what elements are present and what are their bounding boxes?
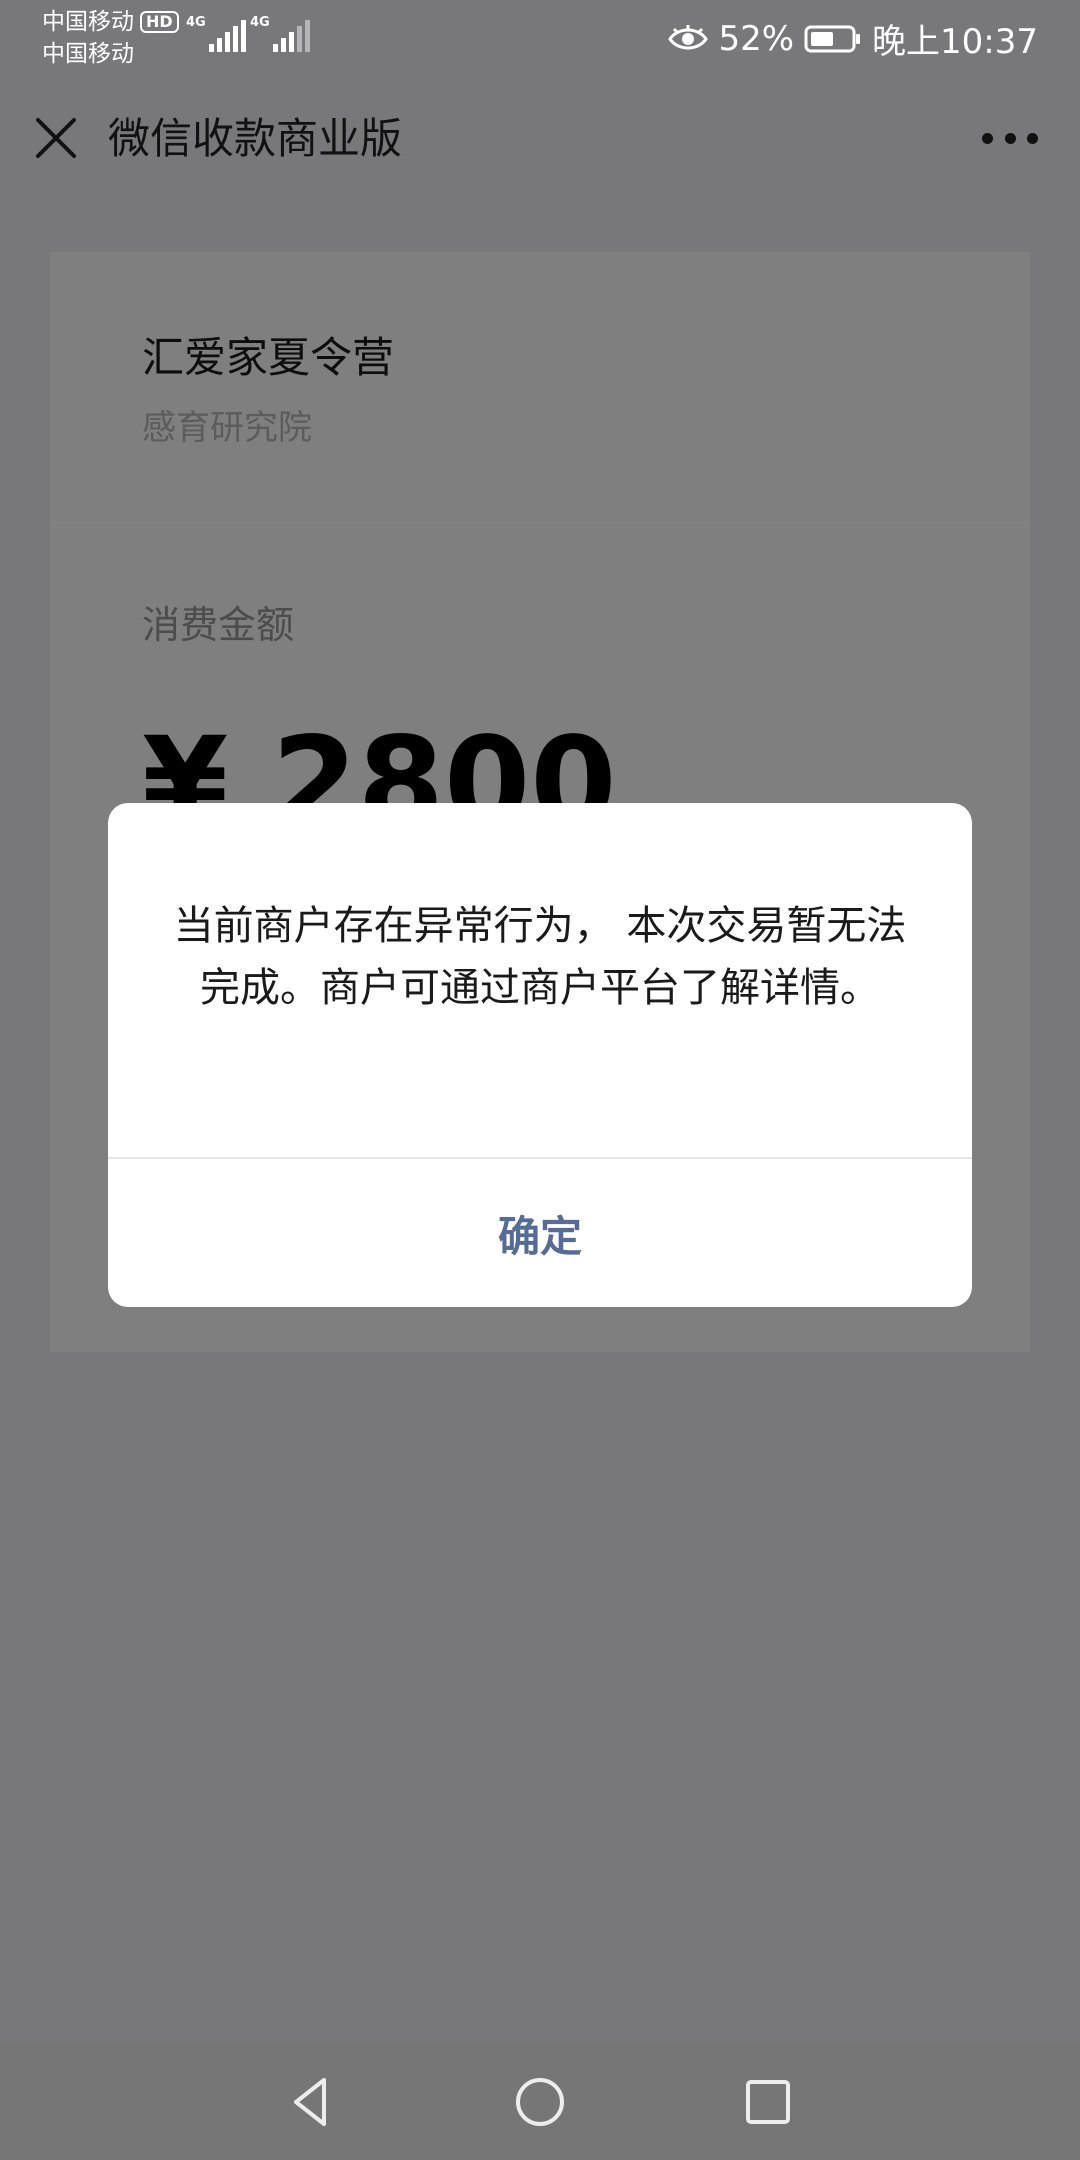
payment-page: 中国移动 HD 中国移动 4G 4G 52% 晚上10:37 微信收款商业版 汇… (0, 0, 1080, 2160)
battery-percent: 52% (718, 18, 795, 59)
nav-bar: 微信收款商业版 (0, 90, 1080, 186)
recents-square-icon[interactable] (736, 2070, 800, 2134)
carrier-1-label: 中国移动 (42, 9, 134, 35)
carrier-info: 中国移动 HD 中国移动 (42, 6, 179, 70)
page-title: 微信收款商业版 (108, 114, 403, 163)
carrier-2-label: 中国移动 (42, 41, 134, 67)
system-navigation-bar (0, 2042, 1080, 2160)
alert-dialog: 当前商户存在异常行为， 本次交易暂无法完成。商户可通过商户平台了解详情。 确定 (108, 803, 972, 1307)
merchant-name: 汇爱家夏令营 (142, 333, 395, 382)
status-bar: 中国移动 HD 中国移动 4G 4G 52% 晚上10:37 (0, 0, 1080, 72)
card-divider (50, 522, 1030, 524)
back-triangle-icon[interactable] (278, 2070, 342, 2134)
signal-icon: 4G (186, 16, 246, 52)
clock: 晚上10:37 (872, 22, 1038, 62)
more-icon[interactable] (982, 124, 1038, 152)
network-type-2: 4G (250, 15, 270, 30)
amount-label: 消费金额 (142, 603, 295, 647)
hd-badge: HD (140, 11, 179, 33)
close-icon[interactable] (30, 112, 82, 164)
confirm-button[interactable]: 确定 (108, 1159, 972, 1307)
signal-icon: 4G (250, 16, 310, 52)
status-right-group: 52% 晚上10:37 (668, 14, 1038, 63)
eye-icon (668, 24, 709, 49)
battery-icon (804, 25, 861, 52)
network-type-1: 4G (186, 15, 206, 30)
merchant-organization: 感育研究院 (142, 408, 312, 448)
home-circle-icon[interactable] (508, 2070, 572, 2134)
dialog-message: 当前商户存在异常行为， 本次交易暂无法完成。商户可通过商户平台了解详情。 (173, 903, 907, 1011)
